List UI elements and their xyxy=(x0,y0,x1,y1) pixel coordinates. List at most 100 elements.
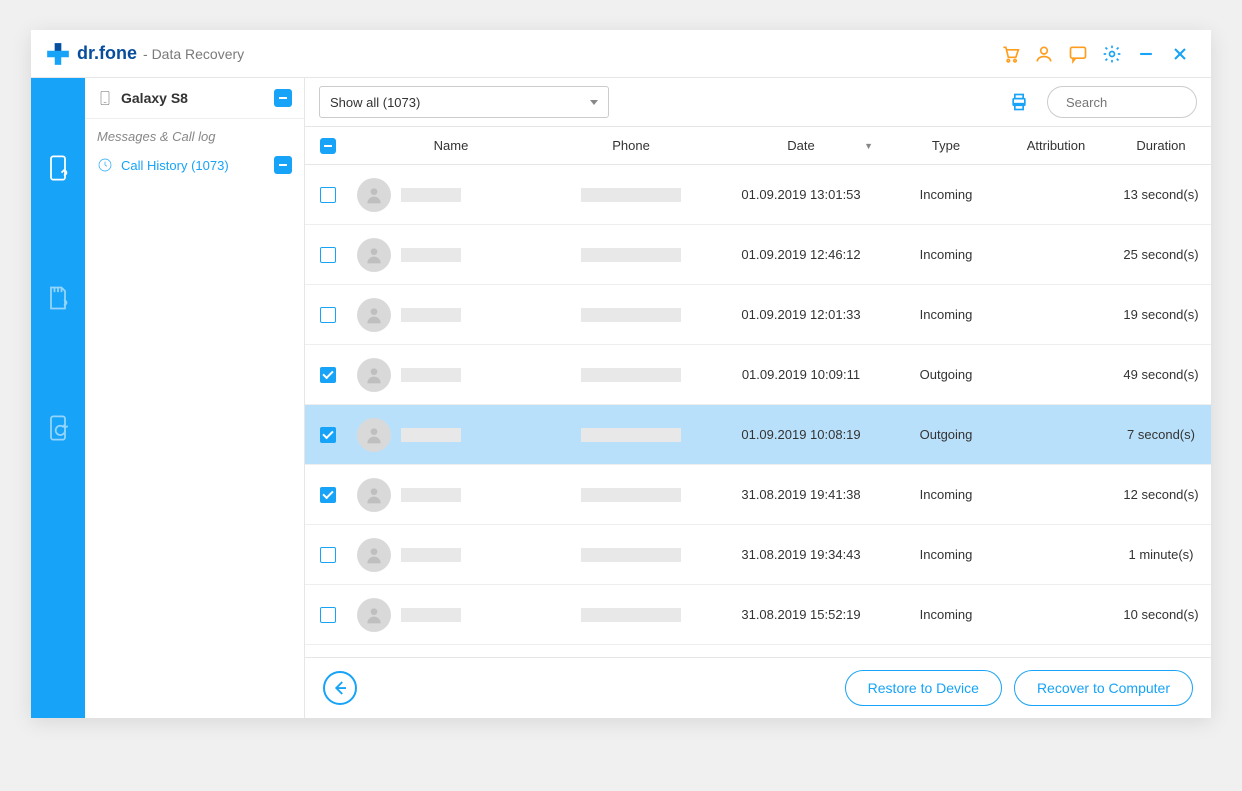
toolbar: Show all (1073) xyxy=(305,78,1211,127)
avatar-icon xyxy=(357,598,391,632)
cell-duration: 49 second(s) xyxy=(1111,367,1211,382)
history-icon xyxy=(97,157,113,173)
user-icon[interactable] xyxy=(1027,37,1061,71)
search-box[interactable] xyxy=(1047,86,1197,118)
nav-rail xyxy=(31,78,85,718)
titlebar: dr.fone - Data Recovery xyxy=(31,30,1211,78)
table-row[interactable]: 01.09.2019 13:01:53Incoming13 second(s) xyxy=(305,165,1211,225)
filter-select[interactable]: Show all (1073) xyxy=(319,86,609,118)
sort-desc-icon: ▼ xyxy=(864,141,873,151)
cell-duration: 7 second(s) xyxy=(1111,427,1211,442)
tree-call-history[interactable]: Call History (1073) xyxy=(85,150,304,180)
logo: dr.fone xyxy=(45,41,137,67)
cell-duration: 10 second(s) xyxy=(1111,607,1211,622)
avatar-icon xyxy=(357,418,391,452)
table-row[interactable]: 31.08.2019 19:34:43Incoming1 minute(s) xyxy=(305,525,1211,585)
cell-date: 01.09.2019 10:08:19 xyxy=(711,427,891,442)
table-row[interactable]: 01.09.2019 12:46:12Incoming 25 second(s) xyxy=(305,225,1211,285)
tree-collapse-button[interactable] xyxy=(274,156,292,174)
avatar-icon xyxy=(357,358,391,392)
cell-date: 31.08.2019 19:41:38 xyxy=(711,487,891,502)
col-type[interactable]: Type xyxy=(891,138,1001,153)
minimize-button[interactable] xyxy=(1129,37,1163,71)
sidebar: Galaxy S8 Messages & Call log Call Histo… xyxy=(85,78,305,718)
contact-name-redacted xyxy=(401,548,461,562)
table-row[interactable]: 01.09.2019 10:08:19Outgoing 7 second(s) xyxy=(305,405,1211,465)
col-phone[interactable]: Phone xyxy=(551,138,711,153)
cell-date: 31.08.2019 15:52:19 xyxy=(711,607,891,622)
row-checkbox[interactable] xyxy=(320,367,336,383)
cell-type: Outgoing xyxy=(891,427,1001,442)
recover-button[interactable]: Recover to Computer xyxy=(1014,670,1193,706)
cell-type: Incoming xyxy=(891,307,1001,322)
device-collapse-button[interactable] xyxy=(274,89,292,107)
row-checkbox[interactable] xyxy=(320,187,336,203)
row-checkbox[interactable] xyxy=(320,307,336,323)
phone-redacted xyxy=(581,368,681,382)
rail-restore-phone-icon[interactable] xyxy=(38,408,78,448)
phone-redacted xyxy=(581,608,681,622)
cell-duration: 25 second(s) xyxy=(1111,247,1211,262)
contact-name-redacted xyxy=(401,368,461,382)
table-row[interactable]: 31.08.2019 19:41:38Incoming 12 second(s) xyxy=(305,465,1211,525)
cell-type: Incoming xyxy=(891,247,1001,262)
main-panel: Show all (1073) Name Phone Date▼ Type At… xyxy=(305,78,1211,718)
cell-duration: 1 minute(s) xyxy=(1111,547,1211,562)
phone-redacted xyxy=(581,548,681,562)
cell-duration: 19 second(s) xyxy=(1111,307,1211,322)
contact-name-redacted xyxy=(401,488,461,502)
phone-redacted xyxy=(581,308,681,322)
table-row[interactable]: 31.08.2019 15:52:19Incoming 10 second(s) xyxy=(305,585,1211,645)
close-button[interactable] xyxy=(1163,37,1197,71)
contact-name-redacted xyxy=(401,308,461,322)
col-attribution[interactable]: Attribution xyxy=(1001,138,1111,153)
col-date[interactable]: Date▼ xyxy=(711,138,891,153)
settings-icon[interactable] xyxy=(1095,37,1129,71)
cell-date: 01.09.2019 12:01:33 xyxy=(711,307,891,322)
phone-redacted xyxy=(581,488,681,502)
restore-button[interactable]: Restore to Device xyxy=(845,670,1002,706)
feedback-icon[interactable] xyxy=(1061,37,1095,71)
cell-duration: 12 second(s) xyxy=(1111,487,1211,502)
device-name: Galaxy S8 xyxy=(121,90,266,106)
table-row[interactable]: 01.09.2019 10:09:11Outgoing 49 second(s) xyxy=(305,345,1211,405)
back-button[interactable] xyxy=(323,671,357,705)
cell-type: Incoming xyxy=(891,607,1001,622)
row-checkbox[interactable] xyxy=(320,607,336,623)
footer: Restore to Device Recover to Computer xyxy=(305,657,1211,718)
call-table: Name Phone Date▼ Type Attribution Durati… xyxy=(305,127,1211,657)
avatar-icon xyxy=(357,478,391,512)
cart-icon[interactable] xyxy=(993,37,1027,71)
tree-item-label: Call History (1073) xyxy=(121,158,266,173)
filter-label: Show all (1073) xyxy=(330,95,420,110)
rail-sd-card-icon[interactable] xyxy=(38,278,78,318)
select-all-checkbox[interactable] xyxy=(320,138,336,154)
contact-name-redacted xyxy=(401,248,461,262)
cell-date: 01.09.2019 13:01:53 xyxy=(711,187,891,202)
device-row[interactable]: Galaxy S8 xyxy=(85,78,304,119)
cell-date: 01.09.2019 10:09:11 xyxy=(711,367,891,382)
row-checkbox[interactable] xyxy=(320,547,336,563)
row-checkbox[interactable] xyxy=(320,247,336,263)
cell-type: Outgoing xyxy=(891,367,1001,382)
search-input[interactable] xyxy=(1066,95,1242,110)
avatar-icon xyxy=(357,178,391,212)
cell-duration: 13 second(s) xyxy=(1111,187,1211,202)
contact-name-redacted xyxy=(401,608,461,622)
table-header: Name Phone Date▼ Type Attribution Durati… xyxy=(305,127,1211,165)
cell-date: 31.08.2019 19:34:43 xyxy=(711,547,891,562)
table-row[interactable]: 01.09.2019 12:01:33Incoming 19 second(s) xyxy=(305,285,1211,345)
col-name[interactable]: Name xyxy=(351,138,551,153)
contact-name-redacted xyxy=(401,188,461,202)
avatar-icon xyxy=(357,538,391,572)
print-button[interactable] xyxy=(1003,86,1035,118)
col-duration[interactable]: Duration xyxy=(1111,138,1211,153)
app-subtitle: - Data Recovery xyxy=(143,46,244,62)
row-checkbox[interactable] xyxy=(320,487,336,503)
avatar-icon xyxy=(357,238,391,272)
cell-date: 01.09.2019 12:46:12 xyxy=(711,247,891,262)
rail-recover-phone-icon[interactable] xyxy=(38,148,78,188)
row-checkbox[interactable] xyxy=(320,427,336,443)
brand-name: dr.fone xyxy=(77,43,137,64)
cell-type: Incoming xyxy=(891,487,1001,502)
